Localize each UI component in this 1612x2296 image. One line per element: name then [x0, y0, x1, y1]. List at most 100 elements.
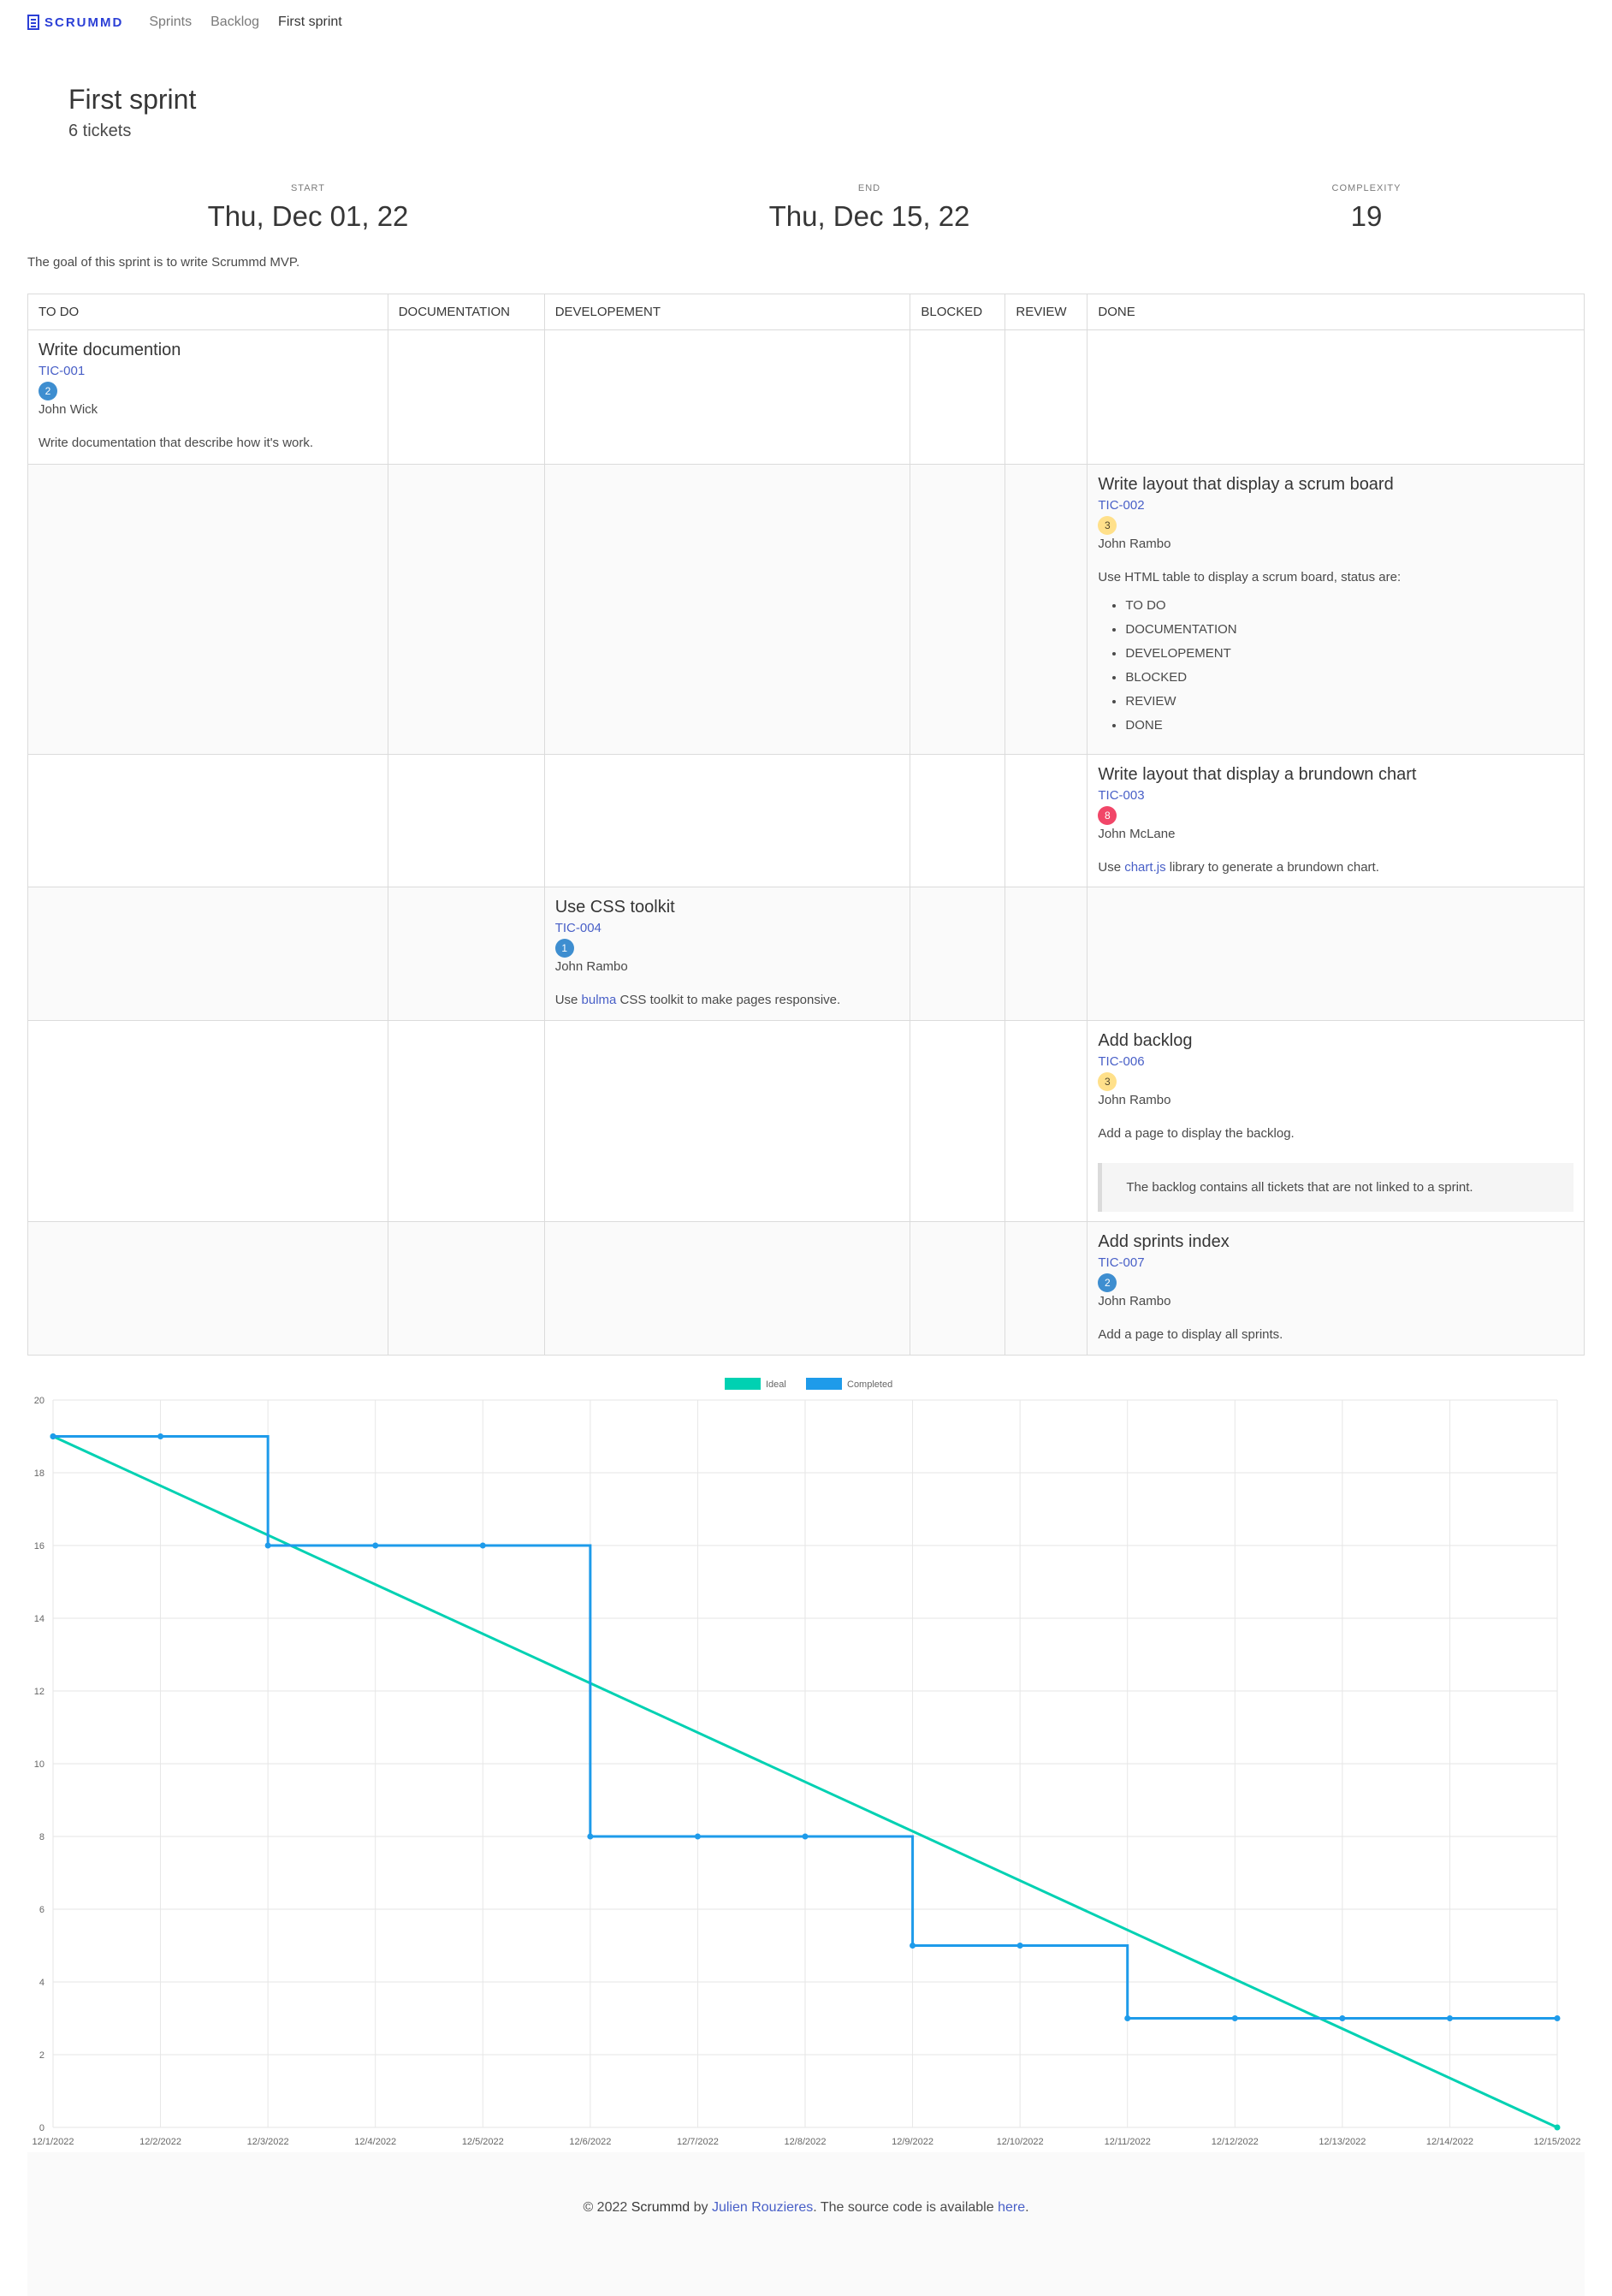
y-tick-label: 6 [39, 1905, 44, 1915]
stat-start-value: Thu, Dec 01, 22 [207, 200, 409, 232]
ticket-title: Use CSS toolkit [554, 898, 675, 917]
completed-point [1231, 2015, 1238, 2021]
list-item: TO DO [1125, 598, 1573, 613]
footer-text: . [1025, 2200, 1029, 2215]
empty-cell [543, 1221, 911, 1356]
ticket-id-link[interactable]: TIC-004 [555, 921, 900, 935]
board-header-row: TO DO DOCUMENTATION DEVELOPEMENT BLOCKED… [27, 294, 1585, 330]
empty-cell [27, 464, 388, 755]
stat-complexity-value: 19 [1350, 200, 1383, 232]
ticket-description: Add a page to display the backlog. [1098, 1126, 1295, 1141]
y-tick-label: 16 [34, 1541, 44, 1551]
list-item: DOCUMENTATION [1125, 622, 1573, 637]
empty-cell [387, 887, 545, 1021]
ticket-title: Write documention [39, 341, 181, 359]
footer-text: © 2022 [583, 2200, 631, 2215]
status-list: TO DO DOCUMENTATION DEVELOPEMENT BLOCKED… [1125, 598, 1573, 733]
empty-cell [543, 1020, 911, 1222]
y-tick-label: 18 [34, 1468, 44, 1479]
footer-text: . The source code is available [813, 2200, 999, 2215]
ticket-title: Write layout that display a brundown cha… [1098, 765, 1417, 784]
ticket-card: Write layout that display a scrum board … [1087, 464, 1585, 755]
page-subtitle: 6 tickets [68, 122, 132, 140]
ticket-card: Write documention TIC-001 2 John Wick Wr… [27, 329, 388, 465]
y-tick-label: 4 [39, 1978, 44, 1988]
ticket-id-link[interactable]: TIC-003 [1098, 788, 1573, 803]
nav-sprints[interactable]: Sprints [149, 15, 192, 30]
complexity-badge: 3 [1098, 1072, 1117, 1091]
nav-first-sprint[interactable]: First sprint [278, 15, 342, 30]
ticket-id-link[interactable]: TIC-001 [39, 364, 377, 378]
ticket-description: Use bulma CSS toolkit to make pages resp… [555, 993, 900, 1007]
footer: © 2022 Scrummd by Julien Rouzieres. The … [27, 2152, 1585, 2296]
empty-cell [387, 329, 545, 465]
footer-brand: Scrummd [631, 2200, 690, 2215]
empty-cell [27, 887, 388, 1021]
completed-point [372, 1542, 379, 1549]
ticket-description: Use HTML table to display a scrum board,… [1098, 570, 1402, 584]
complexity-badge: 2 [39, 382, 57, 400]
legend-label: Ideal [766, 1379, 786, 1390]
completed-point [587, 1833, 594, 1840]
desc-text: library to generate a brundown chart. [1165, 860, 1379, 875]
stat-complexity: COMPLEXITY 19 [1195, 183, 1538, 233]
ticket-quote: The backlog contains all tickets that ar… [1098, 1163, 1573, 1212]
x-tick-label: 12/15/2022 [1533, 2137, 1580, 2147]
x-tick-label: 12/5/2022 [462, 2137, 504, 2147]
empty-cell [910, 1020, 1006, 1222]
ticket-assignee: John Rambo [1098, 537, 1171, 551]
stat-start: START Thu, Dec 01, 22 [137, 183, 479, 233]
x-tick-label: 12/14/2022 [1426, 2137, 1473, 2147]
scrum-board: TO DO DOCUMENTATION DEVELOPEMENT BLOCKED… [27, 294, 1585, 1356]
completed-point [1554, 2015, 1561, 2021]
completed-point [479, 1542, 486, 1549]
ticket-assignee: John McLane [1098, 827, 1176, 841]
empty-cell [1005, 754, 1088, 887]
ticket-id-link[interactable]: TIC-002 [1098, 498, 1573, 513]
ticket-card: Add sprints index TIC-007 2 John Rambo A… [1087, 1221, 1585, 1356]
ticket-card: Use CSS toolkit TIC-004 1 John Rambo Use… [543, 887, 911, 1021]
ticket-card: Write layout that display a brundown cha… [1087, 754, 1585, 887]
y-tick-label: 10 [34, 1759, 44, 1770]
y-tick-label: 8 [39, 1832, 44, 1842]
empty-cell [1005, 329, 1088, 465]
table-row: Add sprints index TIC-007 2 John Rambo A… [27, 1221, 1585, 1356]
legend-label: Completed [847, 1379, 892, 1390]
x-tick-label: 12/2/2022 [139, 2137, 181, 2147]
stat-end-label: END [857, 183, 881, 193]
x-tick-label: 12/7/2022 [677, 2137, 719, 2147]
completed-point [1339, 2015, 1346, 2021]
empty-cell [387, 464, 545, 755]
source-code-link[interactable]: here [998, 2200, 1025, 2215]
completed-point [1016, 1943, 1023, 1949]
brand-logo[interactable]: SCRUMMD [27, 15, 123, 30]
empty-cell [1005, 887, 1088, 1021]
list-item: DEVELOPEMENT [1125, 646, 1573, 661]
ticket-id-link[interactable]: TIC-007 [1098, 1255, 1573, 1270]
column-header-developement: DEVELOPEMENT [543, 294, 911, 330]
desc-text: CSS toolkit to make pages responsive. [616, 993, 841, 1007]
burndown-chart: 0 2 4 6 8 10 12 14 16 18 20 12/1/2022 12/2/2022 12/3/… [27, 1369, 1585, 2155]
x-tick-label: 12/6/2022 [569, 2137, 611, 2147]
ticket-id-link[interactable]: TIC-006 [1098, 1054, 1573, 1069]
complexity-badge: 2 [1098, 1273, 1117, 1292]
complexity-badge: 1 [554, 939, 574, 958]
burndown-chart-svg: 0 2 4 6 8 10 12 14 16 18 20 12/1/2022 12/2/2022 12/3/… [33, 1378, 1581, 2147]
empty-cell [387, 754, 545, 887]
author-link[interactable]: Julien Rouzieres [712, 2200, 813, 2215]
nav-backlog[interactable]: Backlog [210, 15, 259, 30]
desc-text: Use [554, 993, 582, 1007]
chartjs-link[interactable]: chart.js [1124, 860, 1165, 875]
list-item: BLOCKED [1125, 670, 1573, 685]
list-item: DONE [1125, 718, 1573, 733]
empty-cell [910, 464, 1006, 755]
legend-swatch [725, 1378, 761, 1390]
complexity-badge: 3 [1098, 516, 1117, 535]
empty-cell [1005, 464, 1088, 755]
empty-cell [543, 464, 911, 755]
table-row: Add backlog TIC-006 3 John Rambo Add a p… [27, 1020, 1585, 1222]
ticket-title: Write layout that display a scrum board [1098, 475, 1394, 494]
ticket-card: Add backlog TIC-006 3 John Rambo Add a p… [1087, 1020, 1585, 1222]
bulma-link[interactable]: bulma [582, 993, 617, 1007]
empty-cell [1087, 887, 1585, 1021]
